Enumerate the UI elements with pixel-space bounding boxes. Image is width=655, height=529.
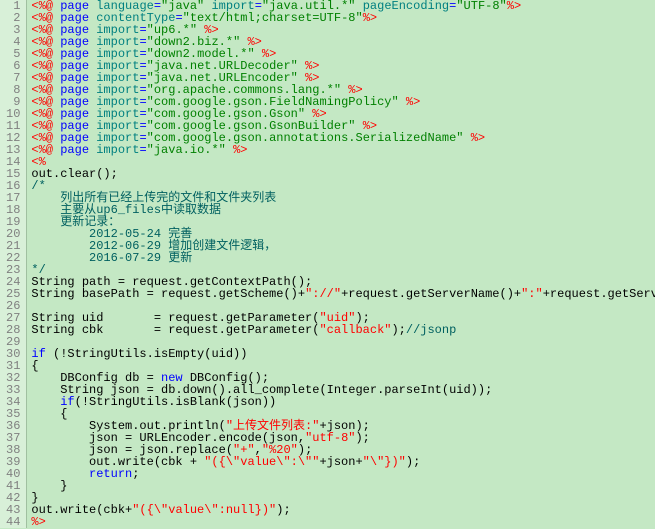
code-line[interactable]: out.clear(); (31, 168, 655, 180)
code-token: return (89, 467, 132, 481)
code-token: = (139, 143, 146, 157)
code-token: ":" (521, 287, 543, 301)
code-editor[interactable]: <%@ page language="java" import="java.ut… (27, 0, 655, 528)
code-token: %> (464, 131, 486, 145)
code-token: //jsonp (406, 323, 456, 337)
code-token: "://" (305, 287, 341, 301)
code-line[interactable]: String cbk = request.getParameter("callb… (31, 324, 655, 336)
code-token: %> (507, 0, 521, 13)
code-token: %> (363, 11, 377, 25)
code-line[interactable]: <%@ page import="java.io.*" %> (31, 144, 655, 156)
code-token: "callback" (319, 323, 391, 337)
code-token: page (53, 143, 96, 157)
code-token: "java.io.*" (147, 143, 226, 157)
code-line[interactable]: 主要从up6_files中读取数据 (31, 204, 655, 216)
code-token: "utf-8" (305, 431, 355, 445)
code-line[interactable]: return; (31, 468, 655, 480)
code-line[interactable]: 2016-07-29 更新 (31, 252, 655, 264)
code-line[interactable]: %> (31, 516, 655, 528)
code-token: "UTF-8" (456, 0, 506, 13)
code-line[interactable]: String basePath = request.getScheme()+":… (31, 288, 655, 300)
code-token: (!StringUtils.isEmpty(uid)) (46, 347, 248, 361)
code-token: 2016-07-29 更新 (31, 251, 192, 265)
code-token: out.write(cbk+ (31, 503, 132, 517)
code-token: (!StringUtils.isBlank(json)) (75, 395, 277, 409)
line-number-gutter: 1234567891011121314151617181920212223242… (0, 0, 27, 528)
code-line[interactable]: <% (31, 156, 655, 168)
line-number: 44 (6, 516, 20, 528)
code-token: import (96, 143, 139, 157)
code-token: String cbk = request.getParameter( (31, 323, 319, 337)
code-token: +json+ (319, 455, 362, 469)
code-token: ); (355, 431, 369, 445)
code-token: +request.getServerName()+ (341, 287, 521, 301)
code-token: ; (132, 467, 139, 481)
code-line[interactable]: if (!StringUtils.isEmpty(uid)) (31, 348, 655, 360)
code-token: "({\"value\":\"" (204, 455, 319, 469)
code-token: %> (31, 515, 45, 529)
code-token: %> (399, 95, 421, 109)
code-token: +request.getServerPort()+path+ (543, 287, 655, 301)
code-token: ); (406, 455, 420, 469)
code-token: String basePath = request.getScheme()+ (31, 287, 305, 301)
code-line[interactable]: } (31, 480, 655, 492)
code-line[interactable]: if(!StringUtils.isBlank(json)) (31, 396, 655, 408)
code-token: %> (226, 143, 248, 157)
code-token: ); (391, 323, 405, 337)
code-token: "\"})" (363, 455, 406, 469)
code-line[interactable]: out.write(cbk+"({\"value\":null})"); (31, 504, 655, 516)
code-token: "({\"value\":null})" (132, 503, 276, 517)
code-token: ); (276, 503, 290, 517)
